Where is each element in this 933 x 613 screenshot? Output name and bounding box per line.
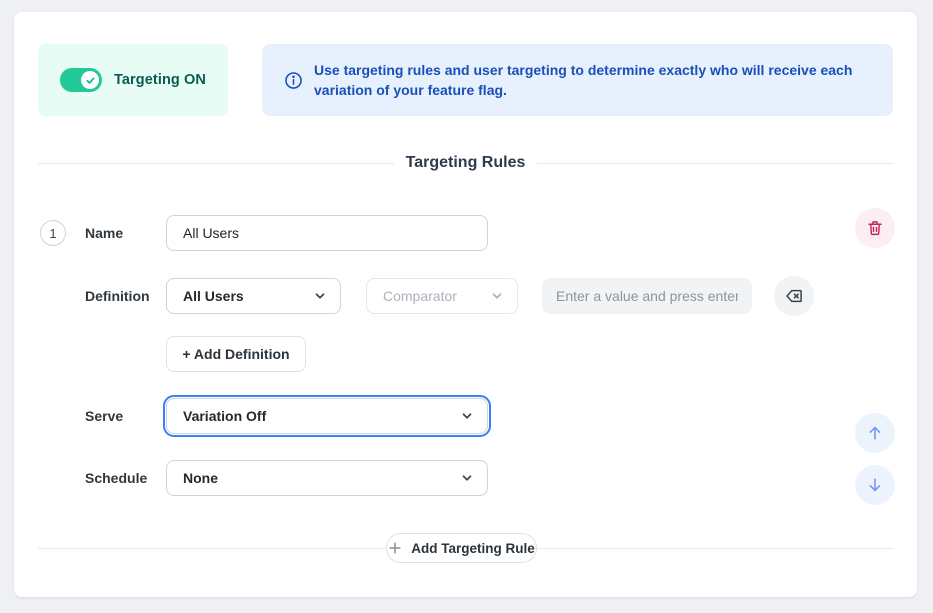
schedule-label: Schedule bbox=[85, 469, 147, 487]
serve-select[interactable]: Variation Off bbox=[166, 398, 488, 434]
comparator-select[interactable]: Comparator bbox=[366, 278, 518, 314]
clear-definition-button[interactable] bbox=[774, 276, 814, 316]
serve-label: Serve bbox=[85, 407, 123, 425]
move-rule-down-button[interactable] bbox=[855, 465, 895, 505]
backspace-icon bbox=[784, 286, 804, 306]
chevron-down-icon bbox=[490, 289, 504, 303]
targeting-card: Targeting ON Use targeting rules and use… bbox=[14, 12, 917, 597]
attribute-select[interactable]: All Users bbox=[166, 278, 341, 314]
divider-left bbox=[38, 163, 394, 164]
delete-rule-button[interactable] bbox=[855, 208, 895, 248]
targeting-toggle-label: Targeting ON bbox=[114, 72, 206, 88]
trash-icon bbox=[866, 219, 884, 237]
schedule-select[interactable]: None bbox=[166, 460, 488, 496]
attribute-select-value: All Users bbox=[183, 288, 244, 304]
name-label: Name bbox=[85, 224, 123, 242]
schedule-select-value: None bbox=[183, 470, 218, 486]
serve-select-value: Variation Off bbox=[183, 408, 266, 424]
add-targeting-rule-button[interactable]: Add Targeting Rule bbox=[386, 533, 537, 563]
definition-label: Definition bbox=[85, 287, 150, 305]
info-banner-text: Use targeting rules and user targeting t… bbox=[314, 60, 869, 100]
chevron-down-icon bbox=[313, 289, 327, 303]
targeting-toggle-panel: Targeting ON bbox=[38, 44, 228, 116]
rule-number-badge: 1 bbox=[40, 220, 66, 246]
chevron-down-icon bbox=[460, 471, 474, 485]
section-title: Targeting Rules bbox=[406, 154, 526, 172]
comparator-select-placeholder: Comparator bbox=[383, 288, 457, 304]
info-banner: Use targeting rules and user targeting t… bbox=[262, 44, 893, 116]
chevron-down-icon bbox=[460, 409, 474, 423]
check-icon bbox=[85, 75, 96, 86]
plus-icon bbox=[388, 541, 402, 555]
arrow-down-icon bbox=[865, 475, 885, 495]
toggle-knob bbox=[81, 71, 99, 89]
add-definition-button[interactable]: + Add Definition bbox=[166, 336, 306, 372]
divider-right bbox=[537, 163, 893, 164]
rule-name-input[interactable] bbox=[166, 215, 488, 251]
section-header: Targeting Rules bbox=[38, 151, 893, 175]
info-circle-icon bbox=[284, 71, 303, 90]
arrow-up-icon bbox=[865, 423, 885, 443]
add-definition-label: + Add Definition bbox=[182, 346, 289, 362]
definition-value-input[interactable] bbox=[542, 278, 752, 314]
targeting-toggle[interactable] bbox=[60, 68, 102, 92]
add-targeting-rule-label: Add Targeting Rule bbox=[411, 541, 535, 556]
move-rule-up-button[interactable] bbox=[855, 413, 895, 453]
